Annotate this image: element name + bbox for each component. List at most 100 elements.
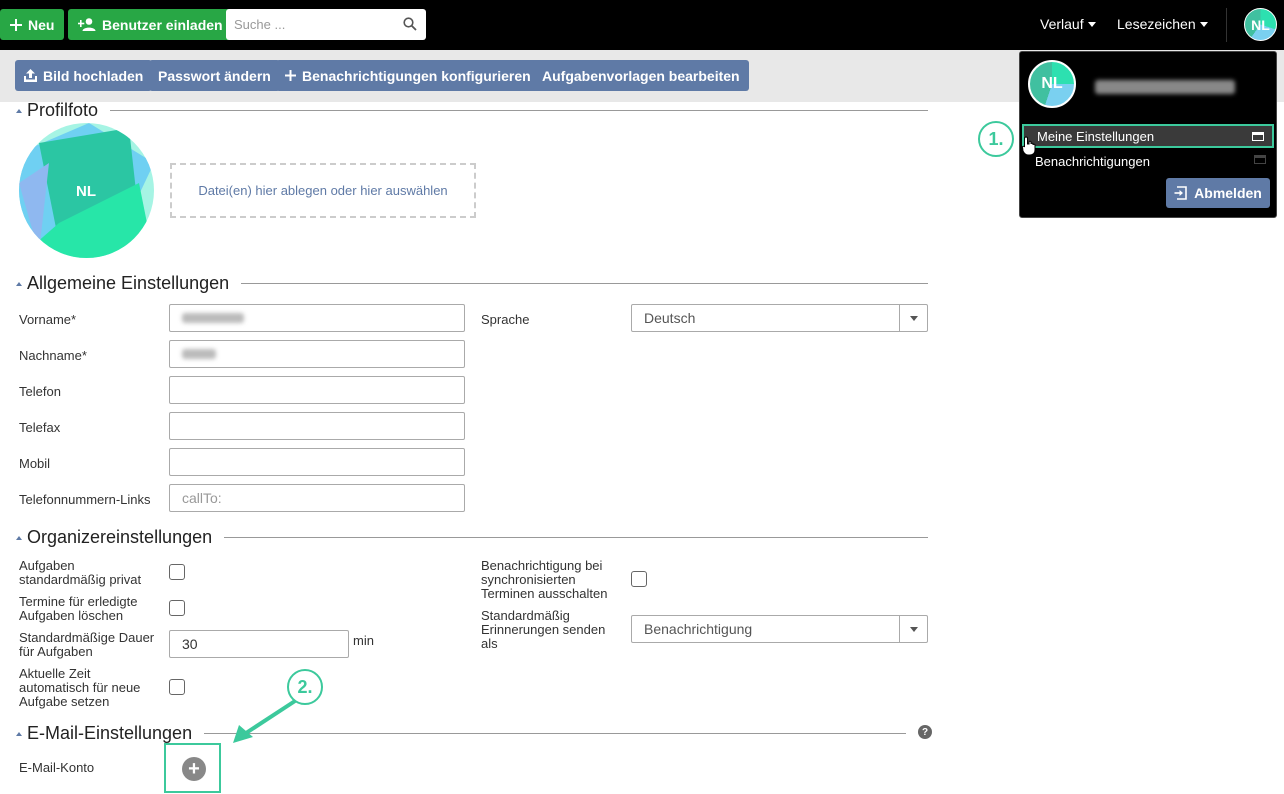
user-name-redacted xyxy=(1095,80,1235,97)
chevron-down-icon xyxy=(899,616,927,642)
collapse-icon[interactable] xyxy=(16,535,22,540)
collapse-icon[interactable] xyxy=(16,731,22,736)
lastname-field[interactable] xyxy=(169,340,465,368)
profile-initials: NL xyxy=(76,183,96,200)
bookmarks-label: Lesezeichen xyxy=(1117,16,1196,32)
user-menu-avatar: NL xyxy=(1028,60,1076,108)
fax-field[interactable] xyxy=(169,412,465,440)
add-email-highlight: + xyxy=(164,743,221,793)
collapse-icon[interactable] xyxy=(16,281,22,286)
section-divider xyxy=(241,283,928,284)
user-menu: NL Meine Einstellungen Benachrichtigunge… xyxy=(1019,51,1277,218)
chevron-down-icon xyxy=(1199,21,1208,27)
change-password-button[interactable]: Passwort ändern xyxy=(149,60,280,91)
phone-links-field[interactable]: callTo: xyxy=(169,484,465,512)
fax-label: Telefax xyxy=(19,420,61,435)
help-icon[interactable]: ? xyxy=(918,725,932,739)
upload-photo-button[interactable]: Bild hochladen xyxy=(15,60,153,91)
menu-item-my-settings[interactable]: Meine Einstellungen xyxy=(1022,124,1274,148)
chevron-down-icon xyxy=(1087,21,1096,27)
redacted-value xyxy=(182,349,216,359)
language-label: Sprache xyxy=(481,312,530,327)
language-select[interactable]: Deutsch xyxy=(631,304,928,332)
window-icon xyxy=(1254,155,1266,164)
firstname-label: Vorname* xyxy=(19,312,77,327)
section-general-settings: Allgemeine Einstellungen xyxy=(16,273,928,294)
divider xyxy=(1226,8,1227,42)
step-2-badge: 2. xyxy=(287,669,323,705)
mobile-field[interactable] xyxy=(169,448,465,476)
bookmarks-menu[interactable]: Lesezeichen xyxy=(1117,16,1208,32)
user-avatar[interactable]: NL xyxy=(1244,8,1277,41)
search-input[interactable] xyxy=(234,17,394,32)
mobile-label: Mobil xyxy=(19,456,51,471)
invite-user-button[interactable]: Benutzer einladen xyxy=(68,9,233,40)
chevron-down-icon xyxy=(899,305,927,331)
annotation-arrow-icon xyxy=(233,699,297,743)
my-settings-label: Meine Einstellungen xyxy=(1037,128,1155,144)
logout-button[interactable]: Abmelden xyxy=(1166,178,1270,208)
email-account-label: E-Mail-Konto xyxy=(19,760,95,775)
delete-appointments-checkbox[interactable] xyxy=(169,600,185,616)
dropzone-text: Datei(en) hier ablegen oder hier auswähl… xyxy=(198,183,448,198)
window-icon xyxy=(1252,132,1264,141)
phone-label: Telefon xyxy=(19,384,61,399)
edit-task-templates-button[interactable]: Aufgabenvorlagen bearbeiten xyxy=(533,60,749,91)
default-reminder-select[interactable]: Benachrichtigung xyxy=(631,615,928,643)
add-email-account-button[interactable]: + xyxy=(182,757,206,781)
duration-unit: min xyxy=(353,633,374,648)
default-reminder-label: Standardmäßig Erinnerungen senden als xyxy=(481,608,606,651)
phone-links-label: Telefonnummern-Links xyxy=(19,492,151,507)
change-password-label: Passwort ändern xyxy=(158,67,271,84)
firstname-field[interactable] xyxy=(169,304,465,332)
plus-icon xyxy=(285,70,296,81)
invite-user-label: Benutzer einladen xyxy=(102,16,223,33)
edit-task-templates-label: Aufgabenvorlagen bearbeiten xyxy=(542,67,740,84)
section-title: E-Mail-Einstellungen xyxy=(27,723,193,743)
language-value: Deutsch xyxy=(644,310,696,326)
search-box xyxy=(226,9,426,40)
step-1-badge: 1. xyxy=(978,121,1014,157)
search-icon[interactable] xyxy=(403,17,417,31)
plus-icon xyxy=(10,18,22,31)
upload-photo-label: Bild hochladen xyxy=(43,67,144,84)
top-bar: Neu Benutzer einladen Verlauf Lesezeiche… xyxy=(0,0,1284,50)
tasks-private-label: Aufgaben standardmäßig privat xyxy=(19,558,142,587)
history-label: Verlauf xyxy=(1040,16,1084,32)
history-menu[interactable]: Verlauf xyxy=(1040,16,1096,32)
section-email-settings: E-Mail-Einstellungen xyxy=(16,723,906,744)
lastname-label: Nachname* xyxy=(19,348,87,363)
menu-item-notifications[interactable]: Benachrichtigungen xyxy=(1022,149,1274,173)
file-dropzone[interactable]: Datei(en) hier ablegen oder hier auswähl… xyxy=(170,163,476,218)
delete-appointments-label: Termine für erledigte Aufgaben löschen xyxy=(19,594,138,623)
tasks-private-checkbox[interactable] xyxy=(169,564,185,580)
profile-photo: NL xyxy=(19,123,154,258)
add-user-icon xyxy=(78,18,96,31)
sync-notification-checkbox[interactable] xyxy=(631,571,647,587)
auto-time-checkbox[interactable] xyxy=(169,679,185,695)
sync-notification-label: Benachrichtigung bei synchronisierten Term… xyxy=(481,558,608,601)
configure-notifications-button[interactable]: Benachrichtigungen konfigurieren xyxy=(276,60,540,91)
redacted-value xyxy=(182,313,244,323)
section-divider xyxy=(204,733,906,734)
hand-cursor-icon xyxy=(1022,136,1036,156)
new-button-label: Neu xyxy=(28,16,55,33)
section-profile-photo: Profilfoto xyxy=(16,100,928,121)
auto-time-label: Aktuelle Zeit automatisch für neue Aufgabe… xyxy=(19,666,141,709)
phone-field[interactable] xyxy=(169,376,465,404)
logout-label: Abmelden xyxy=(1194,185,1262,201)
new-button[interactable]: Neu xyxy=(0,9,65,40)
section-title: Allgemeine Einstellungen xyxy=(27,273,230,293)
default-duration-field[interactable]: 30 xyxy=(169,630,349,658)
section-title: Profilfoto xyxy=(27,100,99,120)
section-title: Organizereinstellungen xyxy=(27,527,213,547)
notifications-label: Benachrichtigungen xyxy=(1035,153,1150,169)
section-organizer-settings: Organizereinstellungen xyxy=(16,527,928,548)
collapse-icon[interactable] xyxy=(16,108,22,113)
upload-icon xyxy=(24,69,37,82)
reminder-value: Benachrichtigung xyxy=(644,621,753,637)
default-duration-label: Standardmäßige Dauer für Aufgaben xyxy=(19,630,155,659)
logout-icon xyxy=(1174,186,1187,200)
configure-notifications-label: Benachrichtigungen konfigurieren xyxy=(302,67,531,84)
section-divider xyxy=(110,110,928,111)
